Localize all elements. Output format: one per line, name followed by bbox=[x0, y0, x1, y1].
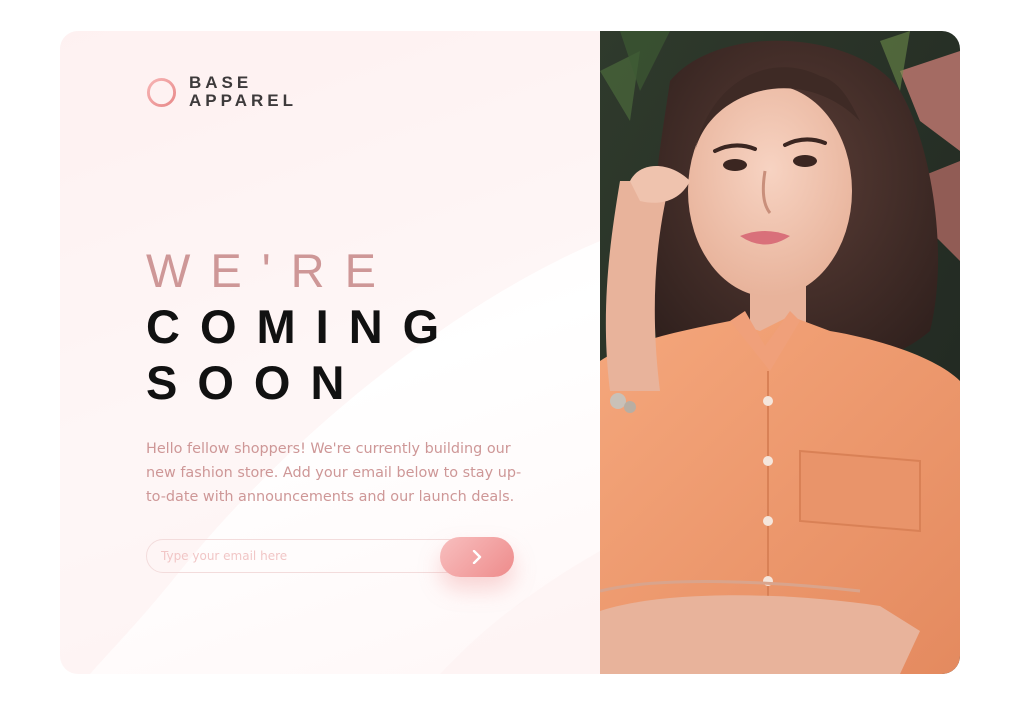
brand-name-line1: BASE bbox=[189, 73, 253, 92]
intro-text: Hello fellow shoppers! We're currently b… bbox=[146, 441, 522, 505]
chevron-right-icon bbox=[472, 550, 482, 564]
hero-image bbox=[600, 31, 960, 674]
email-signup-form bbox=[146, 537, 514, 577]
email-input[interactable] bbox=[146, 539, 486, 573]
coming-soon-card: BASE APPAREL WE'RE COMING SOON Hello fel… bbox=[60, 31, 960, 674]
headline-line1: WE'RE bbox=[146, 244, 396, 297]
logo-ring-icon bbox=[146, 77, 177, 107]
content-panel: BASE APPAREL WE'RE COMING SOON Hello fel… bbox=[60, 31, 600, 674]
brand-name: BASE APPAREL bbox=[189, 74, 297, 110]
headline-line3: SOON bbox=[146, 356, 365, 409]
headline-line2: COMING bbox=[146, 300, 460, 353]
hero-photo-illustration bbox=[600, 31, 960, 674]
brand-name-line2: APPAREL bbox=[189, 91, 297, 110]
brand-logo[interactable]: BASE APPAREL bbox=[146, 74, 297, 110]
page-headline: WE'RE COMING SOON bbox=[146, 243, 459, 411]
submit-button[interactable] bbox=[440, 537, 514, 577]
